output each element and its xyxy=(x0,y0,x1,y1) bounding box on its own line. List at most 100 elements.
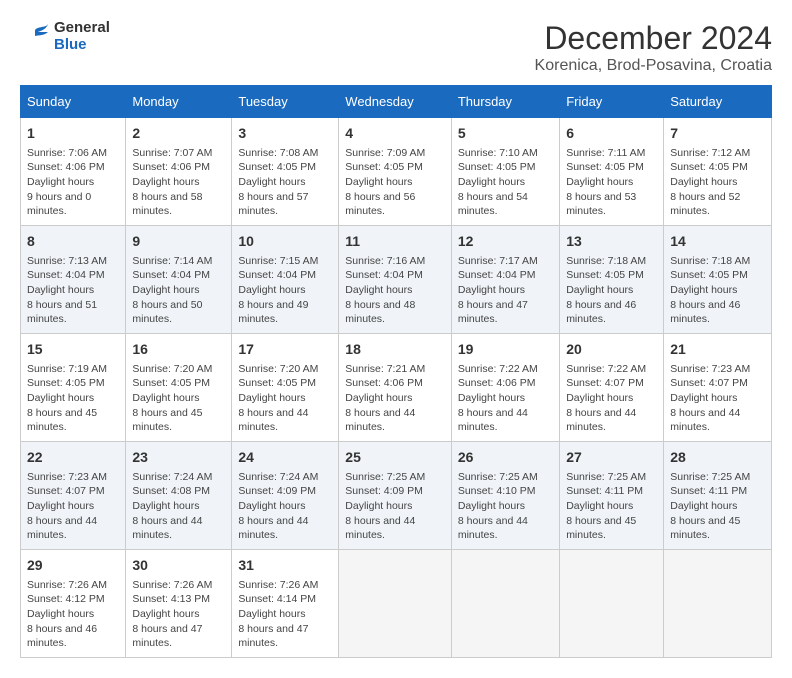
day-number: 30 xyxy=(132,556,225,576)
day-cell: 3 Sunrise: 7:08 AM Sunset: 4:05 PM Dayli… xyxy=(232,118,339,226)
day-number: 3 xyxy=(238,124,332,144)
day-info: Sunrise: 7:26 AM Sunset: 4:13 PM Dayligh… xyxy=(132,578,225,651)
day-info: Sunrise: 7:20 AM Sunset: 4:05 PM Dayligh… xyxy=(238,362,332,435)
empty-day-cell xyxy=(451,550,559,658)
day-number: 25 xyxy=(345,448,445,468)
page-title: December 2024 xyxy=(535,20,772,57)
day-info: Sunrise: 7:25 AM Sunset: 4:11 PM Dayligh… xyxy=(566,470,657,543)
day-info: Sunrise: 7:11 AM Sunset: 4:05 PM Dayligh… xyxy=(566,146,657,219)
logo: General Blue xyxy=(20,20,110,53)
day-cell: 12 Sunrise: 7:17 AM Sunset: 4:04 PM Dayl… xyxy=(451,226,559,334)
day-cell: 13 Sunrise: 7:18 AM Sunset: 4:05 PM Dayl… xyxy=(560,226,664,334)
day-info: Sunrise: 7:15 AM Sunset: 4:04 PM Dayligh… xyxy=(238,254,332,327)
day-cell: 31 Sunrise: 7:26 AM Sunset: 4:14 PM Dayl… xyxy=(232,550,339,658)
day-number: 31 xyxy=(238,556,332,576)
day-number: 9 xyxy=(132,232,225,252)
day-info: Sunrise: 7:20 AM Sunset: 4:05 PM Dayligh… xyxy=(132,362,225,435)
day-cell: 4 Sunrise: 7:09 AM Sunset: 4:05 PM Dayli… xyxy=(339,118,452,226)
day-cell: 18 Sunrise: 7:21 AM Sunset: 4:06 PM Dayl… xyxy=(339,334,452,442)
day-number: 29 xyxy=(27,556,119,576)
day-info: Sunrise: 7:25 AM Sunset: 4:11 PM Dayligh… xyxy=(670,470,765,543)
day-cell: 20 Sunrise: 7:22 AM Sunset: 4:07 PM Dayl… xyxy=(560,334,664,442)
day-info: Sunrise: 7:10 AM Sunset: 4:05 PM Dayligh… xyxy=(458,146,553,219)
day-number: 6 xyxy=(566,124,657,144)
day-info: Sunrise: 7:25 AM Sunset: 4:10 PM Dayligh… xyxy=(458,470,553,543)
day-info: Sunrise: 7:23 AM Sunset: 4:07 PM Dayligh… xyxy=(670,362,765,435)
day-info: Sunrise: 7:24 AM Sunset: 4:08 PM Dayligh… xyxy=(132,470,225,543)
day-number: 2 xyxy=(132,124,225,144)
day-cell: 9 Sunrise: 7:14 AM Sunset: 4:04 PM Dayli… xyxy=(126,226,232,334)
day-cell: 22 Sunrise: 7:23 AM Sunset: 4:07 PM Dayl… xyxy=(21,442,126,550)
day-cell: 7 Sunrise: 7:12 AM Sunset: 4:05 PM Dayli… xyxy=(664,118,772,226)
day-cell: 5 Sunrise: 7:10 AM Sunset: 4:05 PM Dayli… xyxy=(451,118,559,226)
day-cell: 16 Sunrise: 7:20 AM Sunset: 4:05 PM Dayl… xyxy=(126,334,232,442)
col-monday: Monday xyxy=(126,86,232,118)
day-cell: 6 Sunrise: 7:11 AM Sunset: 4:05 PM Dayli… xyxy=(560,118,664,226)
day-info: Sunrise: 7:06 AM Sunset: 4:06 PM Dayligh… xyxy=(27,146,119,219)
page-subtitle: Korenica, Brod-Posavina, Croatia xyxy=(535,57,772,75)
empty-day-cell xyxy=(339,550,452,658)
day-number: 16 xyxy=(132,340,225,360)
empty-day-cell xyxy=(664,550,772,658)
day-info: Sunrise: 7:25 AM Sunset: 4:09 PM Dayligh… xyxy=(345,470,445,543)
col-sunday: Sunday xyxy=(21,86,126,118)
calendar-row: 15 Sunrise: 7:19 AM Sunset: 4:05 PM Dayl… xyxy=(21,334,772,442)
day-info: Sunrise: 7:26 AM Sunset: 4:14 PM Dayligh… xyxy=(238,578,332,651)
col-thursday: Thursday xyxy=(451,86,559,118)
day-number: 17 xyxy=(238,340,332,360)
day-info: Sunrise: 7:16 AM Sunset: 4:04 PM Dayligh… xyxy=(345,254,445,327)
day-number: 7 xyxy=(670,124,765,144)
col-tuesday: Tuesday xyxy=(232,86,339,118)
day-cell: 24 Sunrise: 7:24 AM Sunset: 4:09 PM Dayl… xyxy=(232,442,339,550)
day-cell: 11 Sunrise: 7:16 AM Sunset: 4:04 PM Dayl… xyxy=(339,226,452,334)
day-number: 5 xyxy=(458,124,553,144)
calendar-table: Sunday Monday Tuesday Wednesday Thursday… xyxy=(20,85,772,658)
day-info: Sunrise: 7:22 AM Sunset: 4:07 PM Dayligh… xyxy=(566,362,657,435)
day-info: Sunrise: 7:21 AM Sunset: 4:06 PM Dayligh… xyxy=(345,362,445,435)
day-cell: 10 Sunrise: 7:15 AM Sunset: 4:04 PM Dayl… xyxy=(232,226,339,334)
day-cell: 8 Sunrise: 7:13 AM Sunset: 4:04 PM Dayli… xyxy=(21,226,126,334)
col-friday: Friday xyxy=(560,86,664,118)
day-number: 28 xyxy=(670,448,765,468)
day-info: Sunrise: 7:13 AM Sunset: 4:04 PM Dayligh… xyxy=(27,254,119,327)
col-saturday: Saturday xyxy=(664,86,772,118)
day-number: 13 xyxy=(566,232,657,252)
day-cell: 15 Sunrise: 7:19 AM Sunset: 4:05 PM Dayl… xyxy=(21,334,126,442)
calendar-body: 1 Sunrise: 7:06 AM Sunset: 4:06 PM Dayli… xyxy=(21,118,772,658)
day-number: 4 xyxy=(345,124,445,144)
day-cell: 1 Sunrise: 7:06 AM Sunset: 4:06 PM Dayli… xyxy=(21,118,126,226)
day-cell: 21 Sunrise: 7:23 AM Sunset: 4:07 PM Dayl… xyxy=(664,334,772,442)
title-section: December 2024 Korenica, Brod-Posavina, C… xyxy=(535,20,772,75)
day-cell: 23 Sunrise: 7:24 AM Sunset: 4:08 PM Dayl… xyxy=(126,442,232,550)
day-number: 14 xyxy=(670,232,765,252)
calendar-row: 29 Sunrise: 7:26 AM Sunset: 4:12 PM Dayl… xyxy=(21,550,772,658)
logo-text-blue: Blue xyxy=(54,37,110,54)
day-number: 12 xyxy=(458,232,553,252)
day-info: Sunrise: 7:26 AM Sunset: 4:12 PM Dayligh… xyxy=(27,578,119,651)
day-info: Sunrise: 7:18 AM Sunset: 4:05 PM Dayligh… xyxy=(566,254,657,327)
day-number: 10 xyxy=(238,232,332,252)
calendar-row: 8 Sunrise: 7:13 AM Sunset: 4:04 PM Dayli… xyxy=(21,226,772,334)
col-wednesday: Wednesday xyxy=(339,86,452,118)
day-info: Sunrise: 7:22 AM Sunset: 4:06 PM Dayligh… xyxy=(458,362,553,435)
logo-bird-icon xyxy=(20,22,50,52)
page-header: General Blue December 2024 Korenica, Bro… xyxy=(20,20,772,75)
day-number: 24 xyxy=(238,448,332,468)
day-number: 20 xyxy=(566,340,657,360)
day-cell: 2 Sunrise: 7:07 AM Sunset: 4:06 PM Dayli… xyxy=(126,118,232,226)
day-number: 21 xyxy=(670,340,765,360)
day-info: Sunrise: 7:07 AM Sunset: 4:06 PM Dayligh… xyxy=(132,146,225,219)
day-number: 26 xyxy=(458,448,553,468)
day-info: Sunrise: 7:24 AM Sunset: 4:09 PM Dayligh… xyxy=(238,470,332,543)
calendar-row: 22 Sunrise: 7:23 AM Sunset: 4:07 PM Dayl… xyxy=(21,442,772,550)
day-cell: 17 Sunrise: 7:20 AM Sunset: 4:05 PM Dayl… xyxy=(232,334,339,442)
day-number: 22 xyxy=(27,448,119,468)
day-info: Sunrise: 7:14 AM Sunset: 4:04 PM Dayligh… xyxy=(132,254,225,327)
day-cell: 30 Sunrise: 7:26 AM Sunset: 4:13 PM Dayl… xyxy=(126,550,232,658)
logo-text-general: General xyxy=(54,20,110,37)
day-info: Sunrise: 7:23 AM Sunset: 4:07 PM Dayligh… xyxy=(27,470,119,543)
day-cell: 28 Sunrise: 7:25 AM Sunset: 4:11 PM Dayl… xyxy=(664,442,772,550)
day-info: Sunrise: 7:19 AM Sunset: 4:05 PM Dayligh… xyxy=(27,362,119,435)
day-number: 15 xyxy=(27,340,119,360)
day-info: Sunrise: 7:18 AM Sunset: 4:05 PM Dayligh… xyxy=(670,254,765,327)
